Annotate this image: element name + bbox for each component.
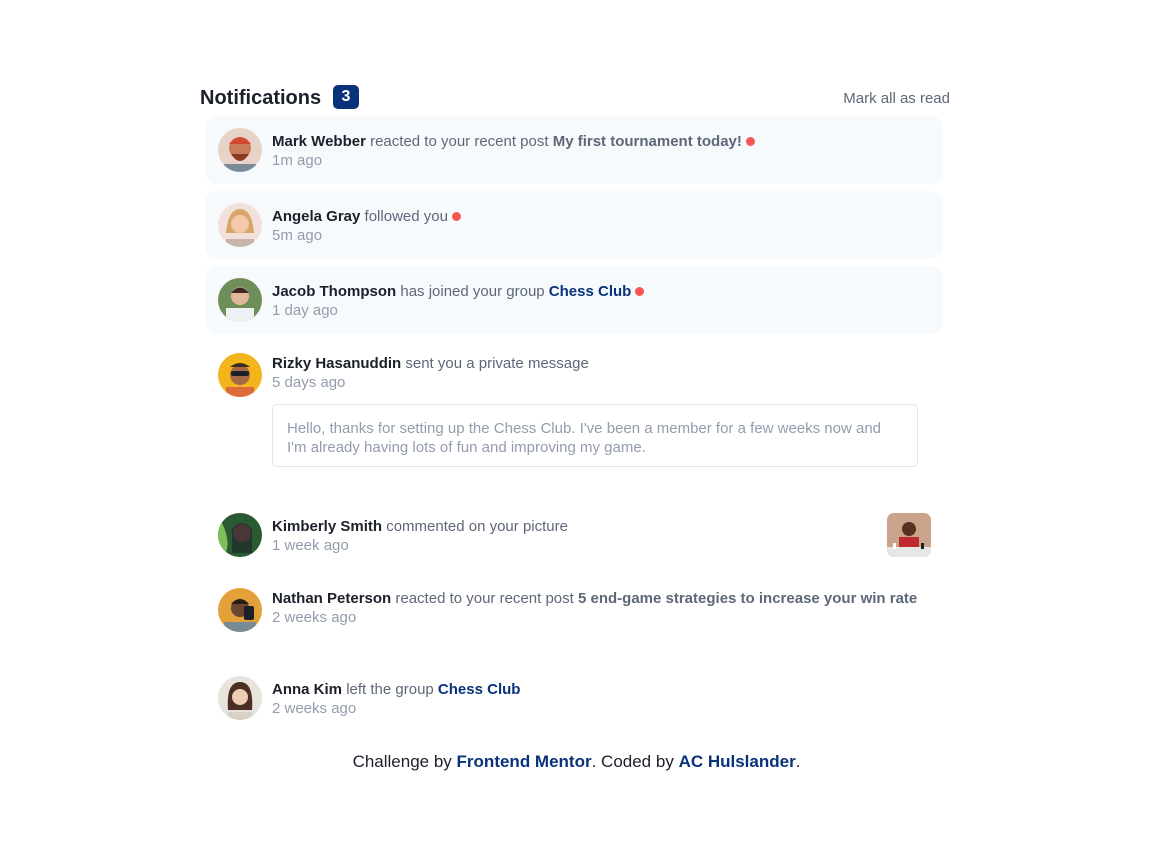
notification-item[interactable]: Jacob Thompson has joined your group Che… [205, 266, 943, 334]
notification-text: Anna Kim left the group Chess Club 2 wee… [272, 680, 931, 718]
notification-item[interactable]: Anna Kim left the group Chess Club 2 wee… [205, 666, 943, 726]
frontend-mentor-link[interactable]: Frontend Mentor [457, 752, 592, 771]
avatar[interactable] [218, 353, 262, 397]
action-text: reacted to your recent post [370, 133, 549, 150]
user-name[interactable]: Anna Kim [272, 681, 342, 698]
timestamp: 1 day ago [272, 302, 338, 319]
notification-text: Nathan Peterson reacted to your recent p… [272, 589, 931, 627]
timestamp: 1 week ago [272, 537, 349, 554]
timestamp: 5m ago [272, 227, 323, 244]
notification-text: Angela Gray followed you 5m ago [272, 207, 931, 245]
timestamp: 5 days ago [272, 374, 346, 391]
unread-dot [635, 286, 645, 296]
footer-text: . [795, 752, 801, 771]
footer-text: Challenge by [352, 752, 452, 771]
notification-item[interactable]: Rizky Hasanuddin sent you a private mess… [205, 341, 943, 481]
unread-dot [451, 211, 461, 221]
action-text: has joined your group [400, 283, 545, 300]
timestamp: 1m ago [272, 152, 323, 169]
action-text: left the group [346, 681, 434, 698]
unread-dot [745, 136, 755, 146]
avatar[interactable] [218, 278, 262, 322]
post-link[interactable]: My first tournament today! [553, 133, 742, 150]
action-text: commented on your picture [386, 518, 568, 535]
user-name[interactable]: Mark Webber [272, 133, 366, 150]
action-text: followed you [364, 208, 448, 225]
notification-text: Jacob Thompson has joined your group Che… [272, 282, 931, 320]
timestamp: 2 weeks ago [272, 700, 357, 717]
avatar[interactable] [218, 203, 262, 247]
user-name[interactable]: Jacob Thompson [272, 283, 396, 300]
timestamp: 2 weeks ago [272, 609, 357, 626]
attribution-footer: Challenge by Frontend Mentor. Coded by A… [0, 752, 1153, 772]
user-name[interactable]: Angela Gray [272, 208, 360, 225]
notification-item[interactable]: Kimberly Smith commented on your picture… [205, 500, 943, 568]
notification-item[interactable]: Angela Gray followed you 5m ago [205, 191, 943, 259]
notification-item[interactable]: Nathan Peterson reacted to your recent p… [205, 575, 943, 653]
group-link[interactable]: Chess Club [438, 681, 521, 698]
action-text: sent you a private message [405, 355, 589, 372]
avatar[interactable] [218, 676, 262, 720]
footer-text: . Coded by [591, 752, 674, 771]
unread-count-badge: 3 [333, 85, 359, 109]
avatar[interactable] [218, 588, 262, 632]
user-name[interactable]: Nathan Peterson [272, 590, 391, 607]
notification-text: Mark Webber reacted to your recent post … [272, 132, 931, 170]
post-link[interactable]: 5 end-game strategies to increase your w… [578, 590, 917, 607]
avatar[interactable] [218, 513, 262, 557]
notification-item[interactable]: Mark Webber reacted to your recent post … [205, 116, 943, 184]
user-name[interactable]: Rizky Hasanuddin [272, 355, 401, 372]
notifications-header: Notifications 3 Mark all as read [200, 85, 950, 111]
user-name[interactable]: Kimberly Smith [272, 518, 382, 535]
avatar[interactable] [218, 128, 262, 172]
group-link[interactable]: Chess Club [549, 283, 632, 300]
page-title: Notifications [200, 87, 322, 109]
private-message[interactable]: Hello, thanks for setting up the Chess C… [272, 404, 918, 467]
mark-all-read-button[interactable]: Mark all as read [843, 90, 950, 107]
picture-thumbnail[interactable] [887, 513, 931, 557]
notification-text: Kimberly Smith commented on your picture… [272, 517, 931, 555]
action-text: reacted to your recent post [395, 590, 574, 607]
author-link[interactable]: AC Hulslander [679, 752, 796, 771]
notification-text: Rizky Hasanuddin sent you a private mess… [272, 354, 931, 392]
